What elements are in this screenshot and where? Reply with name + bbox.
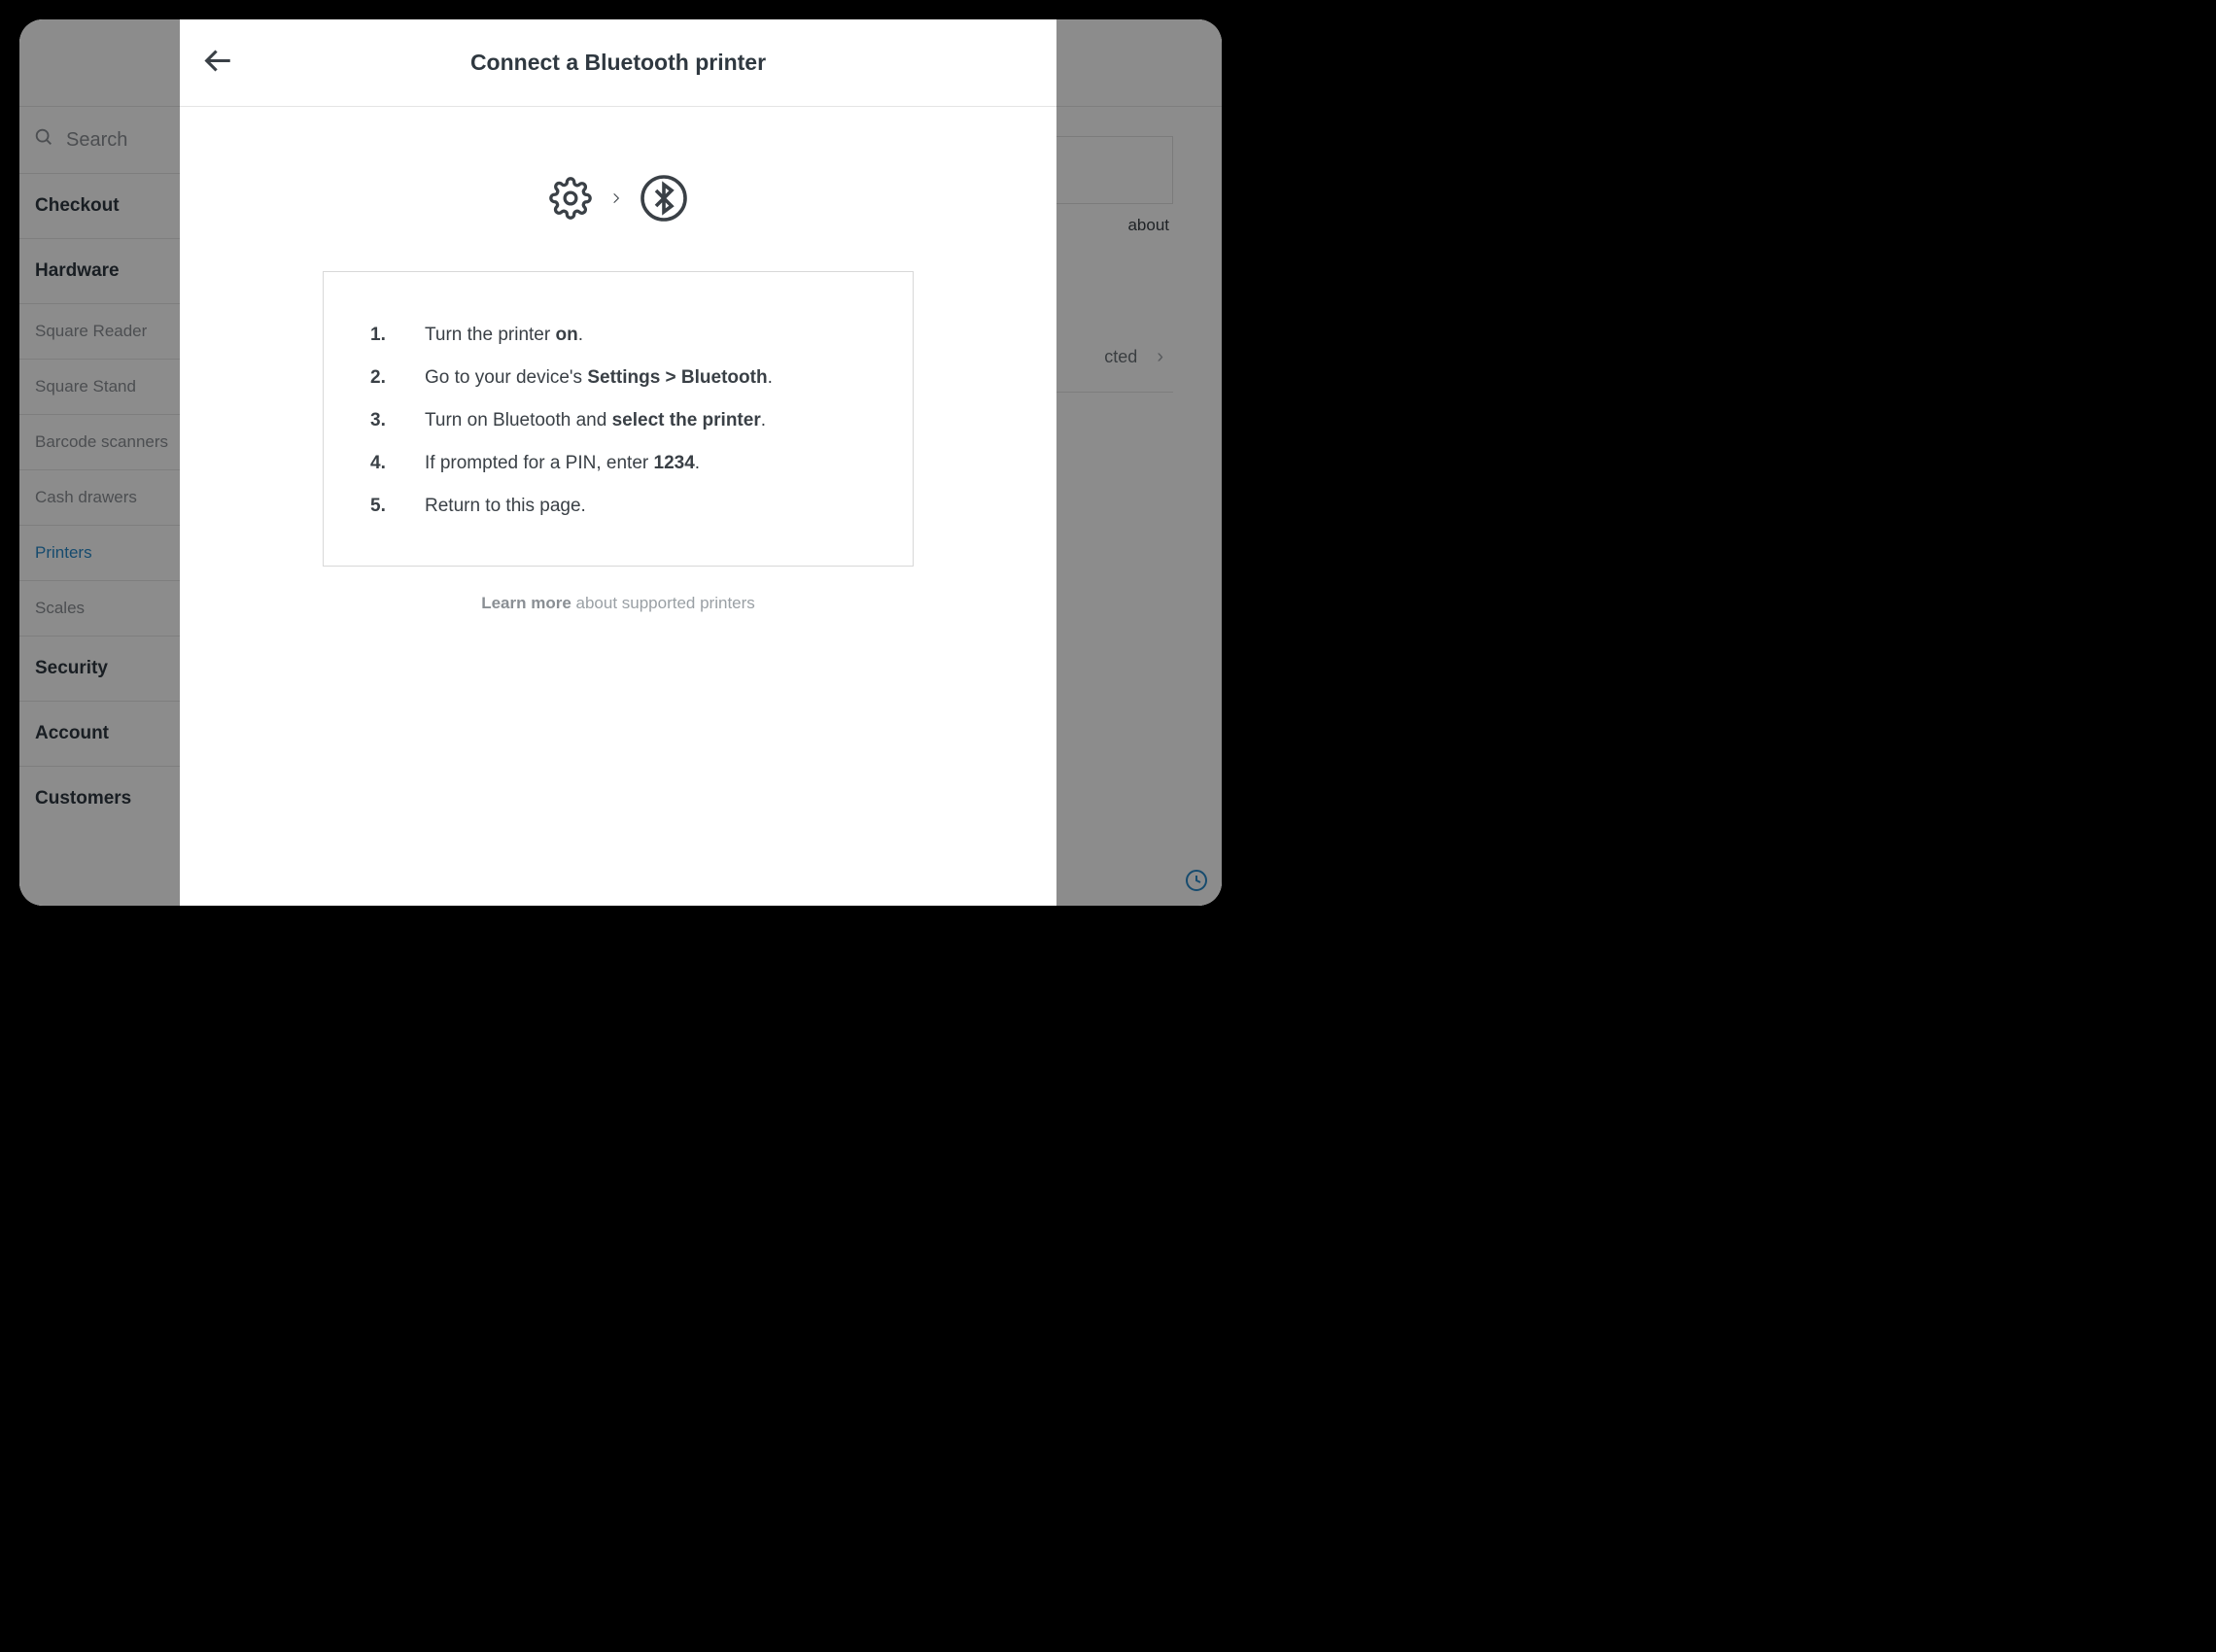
step-5: 5. Return to this page. bbox=[370, 496, 866, 517]
bluetooth-icon bbox=[641, 175, 687, 226]
learn-more-link[interactable]: Learn more about supported printers bbox=[481, 594, 755, 613]
gear-icon bbox=[549, 177, 592, 224]
step-3: 3. Turn on Bluetooth and select the prin… bbox=[370, 410, 866, 431]
modal-header: Connect a Bluetooth printer bbox=[180, 19, 1056, 107]
steps-box: 1. Turn the printer on. 2. Go to your de… bbox=[323, 271, 914, 567]
step-2: 2. Go to your device's Settings > Blueto… bbox=[370, 367, 866, 389]
modal-title: Connect a Bluetooth printer bbox=[180, 50, 1056, 76]
icon-row bbox=[549, 175, 687, 226]
chevron-right-icon bbox=[609, 191, 623, 210]
back-button[interactable] bbox=[201, 44, 234, 82]
step-4: 4. If prompted for a PIN, enter 1234. bbox=[370, 453, 866, 474]
connect-bluetooth-modal: Connect a Bluetooth printer bbox=[180, 19, 1056, 906]
step-1: 1. Turn the printer on. bbox=[370, 325, 866, 346]
